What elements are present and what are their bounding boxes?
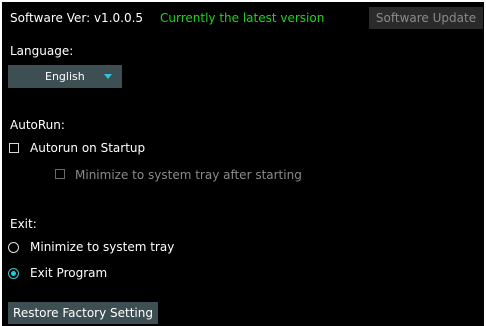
software-version-label: Software Ver: v1.0.0.5 xyxy=(10,11,144,25)
minimize-tray-after-start-checkbox[interactable] xyxy=(55,169,65,179)
update-status-text: Currently the latest version xyxy=(160,11,325,25)
exit-program-radio[interactable] xyxy=(8,268,19,279)
language-selected-value: English xyxy=(45,70,85,83)
exit-program-label[interactable]: Exit Program xyxy=(30,266,107,280)
exit-minimize-tray-radio[interactable] xyxy=(8,242,19,253)
autorun-section-label: AutoRun: xyxy=(10,118,65,132)
minimize-tray-after-start-label[interactable]: Minimize to system tray after starting xyxy=(75,168,302,182)
language-dropdown[interactable]: English xyxy=(8,65,122,88)
exit-minimize-tray-label[interactable]: Minimize to system tray xyxy=(30,240,174,254)
software-update-button[interactable]: Software Update xyxy=(369,7,483,29)
autorun-on-startup-label[interactable]: Autorun on Startup xyxy=(30,141,145,155)
exit-section-label: Exit: xyxy=(10,217,37,231)
restore-factory-setting-button[interactable]: Restore Factory Setting xyxy=(8,302,158,324)
chevron-down-icon xyxy=(104,74,112,79)
settings-panel: Software Ver: v1.0.0.5 Currently the lat… xyxy=(2,2,484,326)
autorun-on-startup-checkbox[interactable] xyxy=(9,143,19,153)
language-section-label: Language: xyxy=(10,44,74,58)
